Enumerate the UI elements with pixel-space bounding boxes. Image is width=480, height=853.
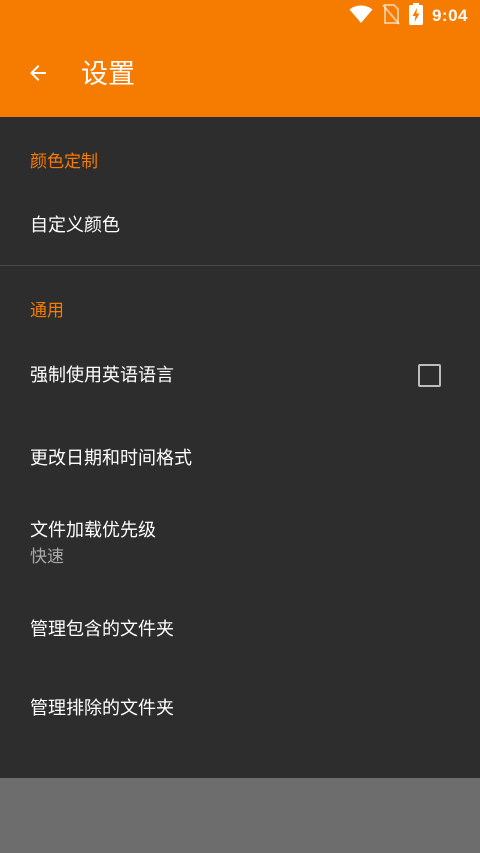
bottom-panel [0, 778, 480, 853]
status-time: 9:04 [431, 6, 468, 25]
pref-title: 管理包含的文件夹 [30, 619, 174, 640]
pref-excluded-folders[interactable]: 管理排除的文件夹 [0, 670, 480, 750]
pref-summary: 快速 [30, 547, 64, 567]
settings-screen: 9:04 设置 颜色定制 自定义颜色 通用 强制使用英语语言 更改日期和时间格式 [0, 0, 480, 853]
back-button[interactable] [14, 51, 62, 99]
force-english-checkbox[interactable] [418, 364, 441, 387]
pref-title: 强制使用英语语言 [30, 365, 174, 386]
pref-customize-colors[interactable]: 自定义颜色 [0, 190, 480, 264]
section-divider [0, 265, 480, 266]
no-sim-icon [382, 3, 400, 29]
pref-title: 文件加载优先级 [30, 520, 156, 541]
section-header-customize-colors: 颜色定制 [30, 152, 98, 172]
pref-date-time-format[interactable]: 更改日期和时间格式 [0, 418, 480, 500]
pref-title: 自定义颜色 [30, 215, 120, 236]
status-bar: 9:04 [0, 0, 480, 33]
pref-title: 管理排除的文件夹 [30, 698, 174, 719]
section-header-general: 通用 [30, 301, 64, 321]
wifi-icon [349, 4, 373, 28]
battery-charging-icon [408, 3, 423, 29]
toolbar: 设置 [0, 33, 480, 117]
arrow-back-icon [26, 61, 50, 89]
pref-included-folders[interactable]: 管理包含的文件夹 [0, 590, 480, 670]
pref-file-loading-priority[interactable]: 文件加载优先级 快速 [0, 500, 480, 590]
pref-title: 更改日期和时间格式 [30, 448, 192, 469]
page-title: 设置 [81, 59, 135, 90]
status-icons: 9:04 [349, 3, 468, 29]
pref-force-english[interactable]: 强制使用英语语言 [0, 336, 480, 418]
app-bar: 9:04 设置 [0, 0, 480, 117]
